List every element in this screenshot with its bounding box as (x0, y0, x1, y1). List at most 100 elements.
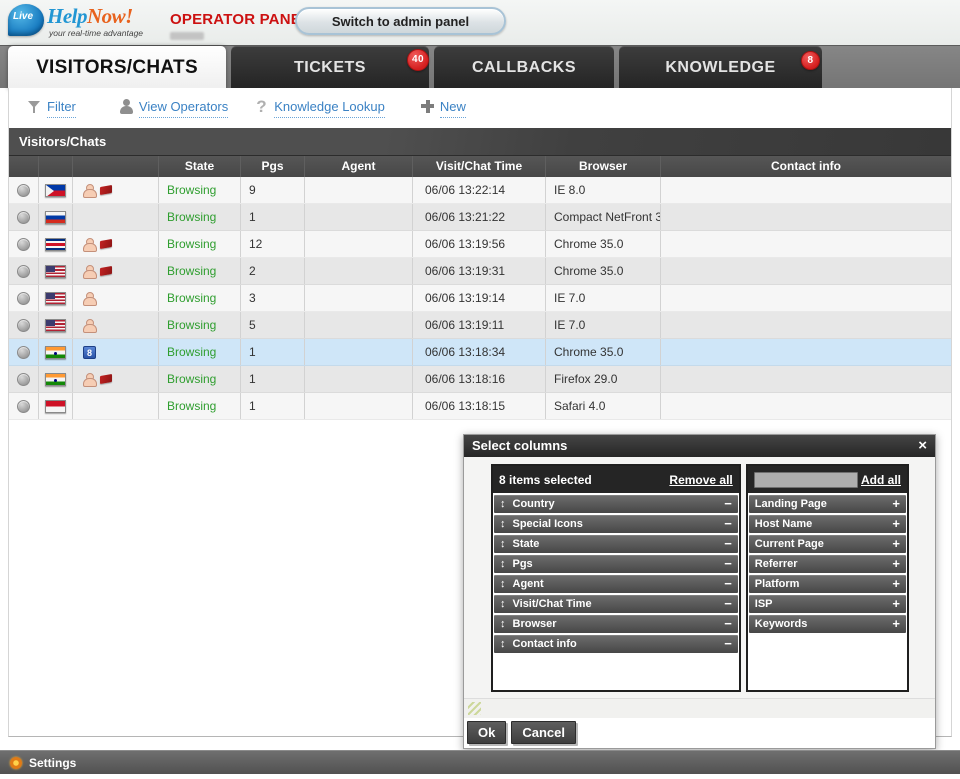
browser-cell: Chrome 35.0 (546, 231, 661, 257)
visitor-row[interactable]: Browsing 1 06/06 13:18:16 Firefox 29.0 (9, 366, 951, 393)
resize-handle[interactable] (468, 702, 481, 715)
contact-info-cell (661, 393, 951, 419)
column-item-label: Browser (513, 618, 557, 630)
special-icons-cell (73, 258, 159, 284)
remove-column-icon[interactable]: − (724, 635, 732, 653)
tab-callbacks[interactable]: CALLBACKS (434, 46, 614, 89)
remove-column-icon[interactable]: − (724, 595, 732, 613)
tab-tickets[interactable]: TICKETS40 (231, 46, 429, 89)
remove-column-icon[interactable]: − (724, 535, 732, 553)
add-column-icon[interactable]: + (892, 615, 900, 633)
new-button[interactable]: New (420, 99, 466, 118)
column-item[interactable]: ISP + (749, 595, 906, 613)
row-radio-button[interactable] (17, 184, 30, 197)
row-radio-button[interactable] (17, 400, 30, 413)
close-icon[interactable]: × (918, 435, 927, 457)
add-column-icon[interactable]: + (892, 555, 900, 573)
tab-visitors-chats[interactable]: VISITORS/CHATS (8, 46, 226, 89)
settings-bar[interactable]: Settings (0, 750, 960, 774)
agent-cell (305, 339, 413, 365)
row-radio-button[interactable] (17, 373, 30, 386)
person-icon (83, 318, 96, 333)
column-item[interactable]: ↕Agent− (494, 575, 738, 593)
column-item-label: ISP (755, 598, 773, 610)
move-handle-icon[interactable]: ↕ (500, 598, 506, 610)
move-handle-icon[interactable]: ↕ (500, 498, 506, 510)
cancel-button[interactable]: Cancel (511, 721, 576, 744)
remove-column-icon[interactable]: − (724, 555, 732, 573)
column-item[interactable]: ↕Special Icons− (494, 515, 738, 533)
col-header-browser[interactable]: Browser (546, 156, 661, 177)
column-item[interactable]: Landing Page+ (749, 495, 906, 513)
remove-column-icon[interactable]: − (724, 515, 732, 533)
visitor-row[interactable]: Browsing 9 06/06 13:22:14 IE 8.0 (9, 177, 951, 204)
livehelpnow-logo: Live HelpNow! your real-time advantage (8, 4, 143, 38)
column-item[interactable]: Current Page+ (749, 535, 906, 553)
col-header-contact-info[interactable]: Contact info (661, 156, 951, 177)
agent-cell (305, 204, 413, 230)
column-item[interactable]: Platform+ (749, 575, 906, 593)
visitor-row[interactable]: Browsing 12 06/06 13:19:56 Chrome 35.0 (9, 231, 951, 258)
row-radio-button[interactable] (17, 211, 30, 224)
row-radio-button[interactable] (17, 346, 30, 359)
column-item[interactable]: ↕ Browser − (494, 615, 738, 633)
column-item[interactable]: ↕Country− (494, 495, 738, 513)
column-item[interactable]: ↕State− (494, 535, 738, 553)
ok-button[interactable]: Ok (467, 721, 506, 744)
add-column-icon[interactable]: + (892, 595, 900, 613)
move-handle-icon[interactable]: ↕ (500, 518, 506, 530)
visitor-row[interactable]: 8 Browsing 1 06/06 13:18:34 Chrome 35.0 (9, 339, 951, 366)
visitor-row[interactable]: Browsing 1 06/06 13:18:15 Safari 4.0 (9, 393, 951, 420)
col-header-pgs[interactable]: Pgs (241, 156, 305, 177)
remove-column-icon[interactable]: − (724, 575, 732, 593)
visitor-row[interactable]: Browsing 3 06/06 13:19:14 IE 7.0 (9, 285, 951, 312)
browser-cell: IE 7.0 (546, 312, 661, 338)
add-all-link[interactable]: Add all (861, 473, 901, 487)
column-item[interactable]: Keywords+ (749, 615, 906, 633)
col-header-visit-chat-time[interactable]: Visit/Chat Time (413, 156, 546, 177)
brand-name: HelpNow! (47, 4, 143, 28)
column-search-input[interactable] (754, 472, 858, 488)
column-item-label: Host Name (755, 518, 812, 530)
row-radio-button[interactable] (17, 319, 30, 332)
country-flag-icon (45, 373, 66, 386)
col-header-agent[interactable]: Agent (305, 156, 413, 177)
visitor-row[interactable]: Browsing 5 06/06 13:19:11 IE 7.0 (9, 312, 951, 339)
tab-knowledge[interactable]: KNOWLEDGE8 (619, 46, 822, 89)
add-column-icon[interactable]: + (892, 575, 900, 593)
move-handle-icon[interactable]: ↕ (500, 578, 506, 590)
move-handle-icon[interactable]: ↕ (500, 558, 506, 570)
filter-button[interactable]: Filter (27, 99, 76, 118)
column-item[interactable]: ↕Visit/Chat Time− (494, 595, 738, 613)
special-icons-cell (73, 177, 159, 203)
remove-all-link[interactable]: Remove all (669, 473, 732, 487)
special-icons-cell (73, 285, 159, 311)
column-item[interactable]: ↕Pgs− (494, 555, 738, 573)
column-item[interactable]: Host Name + (749, 515, 906, 533)
view-operators-button[interactable]: View Operators (118, 99, 228, 118)
visitor-row[interactable]: Browsing 1 06/06 13:21:22 Compact NetFro… (9, 204, 951, 231)
remove-column-icon[interactable]: − (724, 615, 732, 633)
dialog-title-bar[interactable]: Select columns × (464, 435, 935, 457)
pages-count-cell: 9 (241, 177, 305, 203)
knowledge-lookup-button[interactable]: Knowledge Lookup (254, 99, 385, 118)
switch-to-admin-panel-button[interactable]: Switch to admin panel (295, 7, 506, 35)
row-radio-button[interactable] (17, 292, 30, 305)
column-item[interactable]: ↕Contact info− (494, 635, 738, 653)
person-icon (83, 372, 96, 387)
plus-icon (420, 99, 435, 114)
move-handle-icon[interactable]: ↕ (500, 618, 506, 630)
move-handle-icon[interactable]: ↕ (500, 638, 506, 650)
remove-column-icon[interactable]: − (724, 495, 732, 513)
add-column-icon[interactable]: + (892, 495, 900, 513)
column-item[interactable]: Referrer+ (749, 555, 906, 573)
visitor-row[interactable]: Browsing 2 06/06 13:19:31 Chrome 35.0 (9, 258, 951, 285)
add-column-icon[interactable]: + (892, 535, 900, 553)
pages-count-cell: 12 (241, 231, 305, 257)
move-handle-icon[interactable]: ↕ (500, 538, 506, 550)
row-radio-button[interactable] (17, 238, 30, 251)
row-radio-button[interactable] (17, 265, 30, 278)
col-header-state[interactable]: State (159, 156, 241, 177)
dialog-title: Select columns (472, 435, 567, 457)
add-column-icon[interactable]: + (892, 515, 900, 533)
